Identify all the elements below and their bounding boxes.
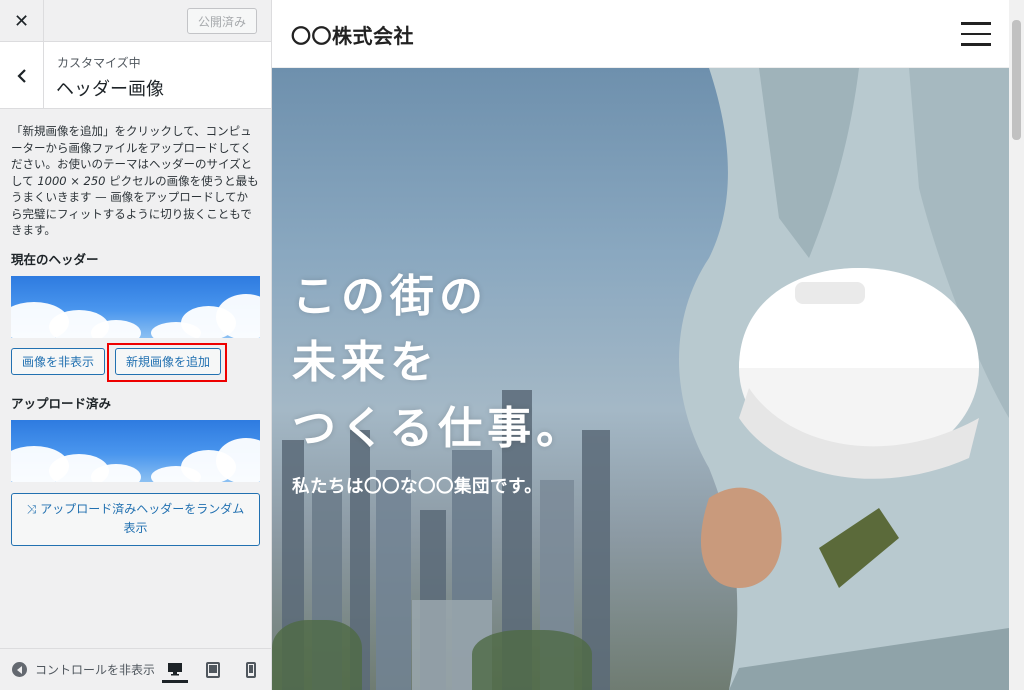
hero-image: この街の 未来を つくる仕事。 私たちは〇〇な〇〇集団です。 <box>272 68 1009 690</box>
hero-subheadline: 私たちは〇〇な〇〇集団です。 <box>292 477 543 497</box>
tablet-preview-button[interactable] <box>200 657 226 683</box>
uploaded-header-thumbnail[interactable] <box>11 419 260 482</box>
uploaded-label: アップロード済み <box>11 395 112 411</box>
randomize-headers-button[interactable]: ⤨ アップロード済みヘッダーをランダム表示 <box>11 492 260 546</box>
recommended-size: 1000 × 250 <box>37 173 106 188</box>
header-image-panel: 「新規画像を追加」をクリックして、コンピューターから画像ファイルをアップロードし… <box>0 109 271 546</box>
customizer-sidebar: ✕ 公開済み カスタマイズ中 ヘッダー画像 「新規画像を追加」をクリックして、コ… <box>0 0 272 690</box>
highlight-box <box>107 342 227 382</box>
desktop-preview-button[interactable] <box>162 657 188 683</box>
chevron-left-icon <box>16 68 26 83</box>
back-button[interactable] <box>0 42 44 109</box>
instructions-text: 「新規画像を追加」をクリックして、コンピューターから画像ファイルをアップロードし… <box>11 124 259 237</box>
header-actions: 画像を非表示 新規画像を追加 <box>11 342 259 382</box>
preview-scrollbar[interactable] <box>1009 0 1024 690</box>
scroll-thumb[interactable] <box>1012 20 1021 140</box>
tablet-icon <box>206 662 220 678</box>
hide-image-button[interactable]: 画像を非表示 <box>11 347 106 375</box>
desktop-icon <box>168 662 182 675</box>
current-header-thumbnail[interactable] <box>11 275 260 338</box>
current-header-label: 現在のヘッダー <box>11 251 99 267</box>
breadcrumb: カスタマイズ中 <box>57 56 141 70</box>
customizer-topbar: ✕ 公開済み <box>0 0 271 42</box>
worker-illustration <box>679 68 1009 690</box>
close-icon[interactable]: ✕ <box>0 0 44 42</box>
hamburger-icon[interactable] <box>961 22 991 46</box>
collapse-controls-button[interactable]: コントロールを非表示 <box>12 661 154 678</box>
site-preview: 〇〇株式会社 この街の 未来を つくる仕事。 私たちは〇〇な〇〇集団です。 <box>272 0 1009 690</box>
site-title[interactable]: 〇〇株式会社 <box>291 20 414 49</box>
section-header: カスタマイズ中 ヘッダー画像 <box>0 42 271 109</box>
mobile-preview-button[interactable] <box>238 657 264 683</box>
publish-button[interactable]: 公開済み <box>186 8 257 34</box>
site-header: 〇〇株式会社 <box>272 0 1009 68</box>
hero-headline: この街の 未来を つくる仕事。 <box>292 271 586 454</box>
customizer-footer: コントロールを非表示 <box>0 648 271 690</box>
collapse-arrow-icon <box>12 662 27 677</box>
mobile-icon <box>246 662 256 678</box>
shuffle-icon: ⤨ <box>26 502 37 516</box>
section-title: ヘッダー画像 <box>56 79 164 100</box>
